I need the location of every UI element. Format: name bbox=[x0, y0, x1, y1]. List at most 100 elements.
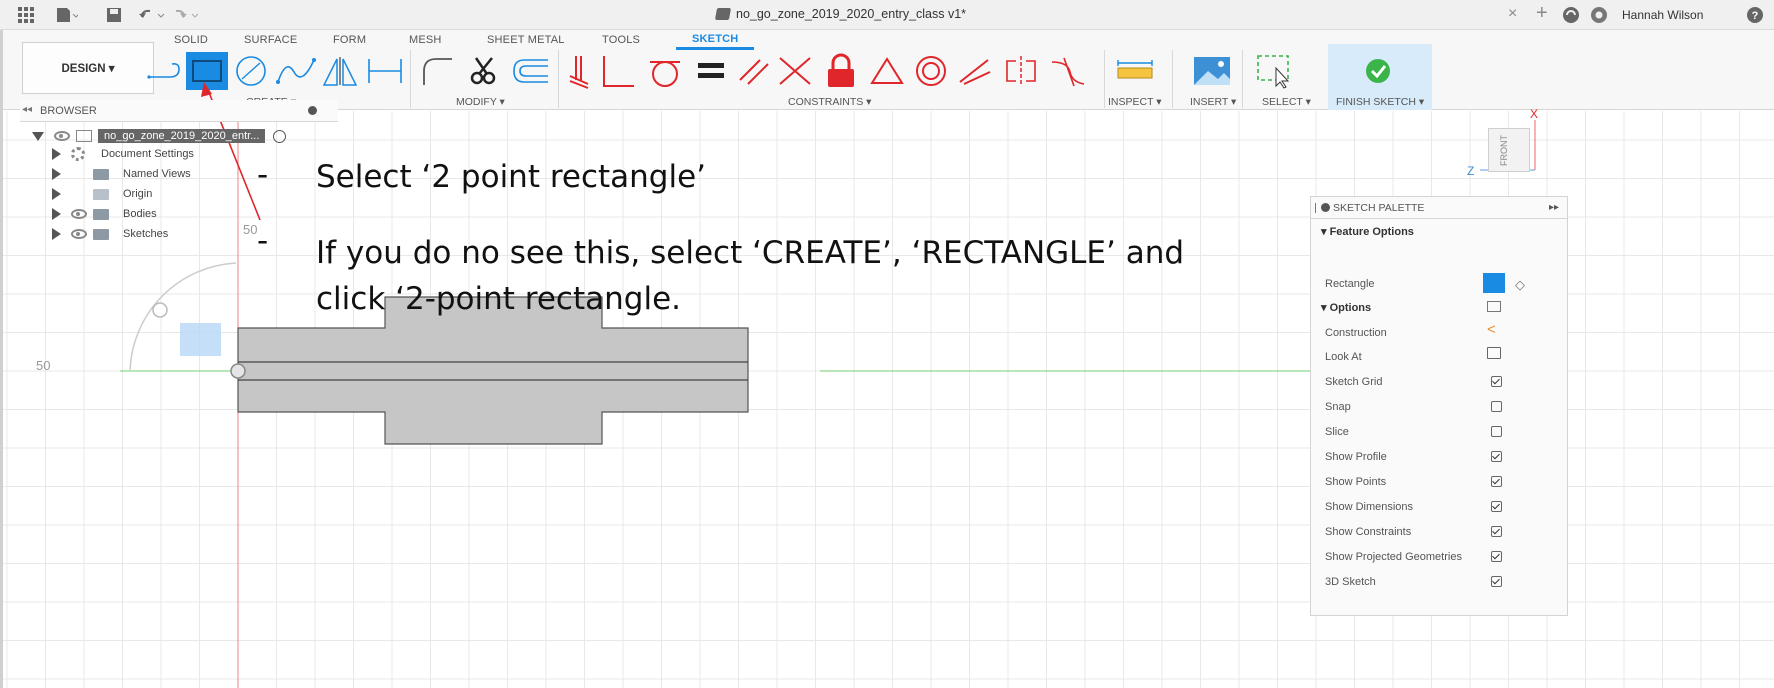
look-at-label: Look At bbox=[1325, 351, 1362, 363]
folder-icon bbox=[93, 188, 109, 200]
viewcube[interactable]: FRONT bbox=[1488, 128, 1530, 172]
expand-triangle-icon[interactable] bbox=[52, 208, 61, 220]
app-grid-icon[interactable] bbox=[18, 6, 34, 24]
collapse-browser-icon[interactable]: ◂◂ bbox=[22, 104, 32, 115]
parallel-constraint-icon[interactable] bbox=[736, 54, 770, 88]
sketch-grid-checkbox[interactable] bbox=[1491, 376, 1502, 387]
construction-toggle-icon[interactable]: < bbox=[1487, 321, 1496, 338]
fix-constraint-icon[interactable] bbox=[568, 54, 590, 89]
expand-triangle-icon[interactable] bbox=[52, 188, 61, 200]
file-menu-icon[interactable] bbox=[56, 6, 78, 24]
browser-root-label[interactable]: no_go_zone_2019_2020_entr... bbox=[98, 129, 266, 143]
expand-triangle-icon[interactable] bbox=[52, 148, 61, 160]
help-icon[interactable]: ? bbox=[1746, 6, 1764, 24]
show-constraints-checkbox[interactable] bbox=[1491, 526, 1502, 537]
user-name[interactable]: Hannah Wilson bbox=[1622, 8, 1703, 22]
browser-item-document-settings[interactable]: Document Settings bbox=[52, 144, 194, 164]
select-window-icon[interactable] bbox=[1254, 54, 1294, 89]
tab-form[interactable]: FORM bbox=[333, 34, 366, 46]
three-point-rectangle-option-icon[interactable] bbox=[1487, 301, 1501, 312]
trim-tool-icon[interactable] bbox=[468, 54, 502, 88]
show-points-label: Show Points bbox=[1325, 476, 1387, 488]
show-projected-geometries-checkbox[interactable] bbox=[1491, 551, 1502, 562]
fillet-tool-icon[interactable] bbox=[420, 54, 454, 88]
select-dropdown[interactable]: SELECT ▾ bbox=[1262, 96, 1311, 108]
browser-item-origin[interactable]: Origin bbox=[52, 184, 152, 204]
modify-dropdown[interactable]: MODIFY ▾ bbox=[456, 96, 505, 108]
visibility-eye-icon[interactable] bbox=[54, 131, 70, 141]
constraints-dropdown[interactable]: CONSTRAINTS ▾ bbox=[788, 96, 871, 108]
browser-item-sketches[interactable]: Sketches bbox=[52, 224, 168, 244]
finish-sketch-button[interactable]: FINISH SKETCH ▾ bbox=[1336, 96, 1424, 108]
spline-tool-icon[interactable] bbox=[276, 54, 316, 88]
line-tool-icon[interactable] bbox=[146, 54, 182, 88]
component-icon bbox=[76, 130, 92, 142]
viewcube-face-label[interactable]: FRONT bbox=[1499, 135, 1509, 166]
save-icon[interactable] bbox=[106, 6, 122, 24]
tab-sketch[interactable]: SKETCH bbox=[676, 33, 755, 50]
tab-sheet-metal[interactable]: SHEET METAL bbox=[487, 34, 565, 46]
show-dimensions-checkbox[interactable] bbox=[1491, 501, 1502, 512]
visibility-eye-icon[interactable] bbox=[71, 209, 87, 219]
svg-text:?: ? bbox=[1752, 10, 1759, 22]
browser-item-named-views[interactable]: Named Views bbox=[52, 164, 191, 184]
active-component-radio-icon[interactable] bbox=[273, 129, 287, 143]
annotation-line-2: If you do no see this, select ‘CREATE’, … bbox=[316, 235, 1185, 271]
curvature-constraint-icon[interactable] bbox=[1050, 54, 1086, 88]
insert-image-icon[interactable] bbox=[1192, 54, 1232, 88]
palette-pin-icon[interactable] bbox=[1321, 203, 1330, 212]
insert-dropdown[interactable]: INSERT ▾ bbox=[1190, 96, 1236, 108]
look-at-button-icon[interactable] bbox=[1487, 347, 1501, 359]
tab-surface[interactable]: SURFACE bbox=[244, 34, 297, 46]
palette-grip-icon[interactable] bbox=[1315, 203, 1317, 213]
show-profile-checkbox[interactable] bbox=[1491, 451, 1502, 462]
symmetry-constraint-icon[interactable] bbox=[1004, 54, 1038, 88]
coincident-constraint-icon[interactable] bbox=[778, 54, 812, 88]
redo-icon[interactable] bbox=[172, 6, 200, 24]
collinear-constraint-icon[interactable] bbox=[958, 54, 992, 88]
center-rectangle-option-icon[interactable]: ◇ bbox=[1515, 277, 1525, 293]
mirror-tool-icon[interactable] bbox=[322, 54, 358, 88]
window-left-border bbox=[0, 30, 3, 688]
close-tab-icon[interactable]: × bbox=[1508, 5, 1517, 23]
dimension-tool-icon[interactable] bbox=[366, 54, 404, 88]
expand-triangle-icon[interactable] bbox=[52, 168, 61, 180]
options-section[interactable]: ▾ Options bbox=[1321, 301, 1371, 314]
tab-solid[interactable]: SOLID bbox=[174, 34, 208, 46]
perpendicular-constraint-icon[interactable] bbox=[600, 54, 636, 88]
tab-tools[interactable]: TOOLS bbox=[602, 34, 640, 46]
snap-checkbox[interactable] bbox=[1491, 401, 1502, 412]
two-point-rectangle-option[interactable] bbox=[1483, 273, 1505, 293]
new-tab-icon[interactable]: + bbox=[1536, 2, 1548, 24]
browser-item-bodies[interactable]: Bodies bbox=[52, 204, 157, 224]
expand-triangle-icon[interactable] bbox=[32, 131, 44, 141]
offset-tool-icon[interactable] bbox=[510, 54, 550, 88]
midpoint-constraint-icon[interactable] bbox=[870, 54, 904, 88]
component-cube-icon bbox=[714, 8, 732, 20]
visibility-eye-icon[interactable] bbox=[71, 229, 87, 239]
tab-mesh[interactable]: MESH bbox=[409, 34, 442, 46]
notifications-icon[interactable] bbox=[1590, 6, 1608, 24]
group-divider bbox=[1172, 50, 1173, 108]
browser-root-row[interactable]: no_go_zone_2019_2020_entr... bbox=[32, 126, 287, 146]
concentric-constraint-icon[interactable] bbox=[914, 54, 948, 88]
slice-checkbox[interactable] bbox=[1491, 426, 1502, 437]
finish-sketch-check-icon[interactable] bbox=[1364, 54, 1392, 88]
tangent-constraint-icon[interactable] bbox=[648, 54, 682, 88]
measure-tool-icon[interactable] bbox=[1116, 54, 1156, 88]
expand-palette-icon[interactable]: ▸▸ bbox=[1549, 202, 1559, 213]
group-divider bbox=[410, 50, 411, 108]
workspace-switcher-button[interactable]: DESIGN ▾ bbox=[22, 42, 154, 94]
equal-constraint-icon[interactable] bbox=[698, 54, 724, 88]
undo-icon[interactable] bbox=[138, 6, 166, 24]
show-points-checkbox[interactable] bbox=[1491, 476, 1502, 487]
lock-constraint-icon[interactable] bbox=[824, 53, 858, 88]
expand-triangle-icon[interactable] bbox=[52, 228, 61, 240]
job-status-icon[interactable] bbox=[1562, 6, 1580, 24]
3d-sketch-checkbox[interactable] bbox=[1491, 576, 1502, 587]
circle-tool-icon[interactable] bbox=[234, 54, 268, 88]
inspect-dropdown[interactable]: INSPECT ▾ bbox=[1108, 96, 1162, 108]
browser-pin-icon[interactable] bbox=[308, 106, 317, 115]
feature-options-section[interactable]: ▾ Feature Options bbox=[1321, 225, 1414, 238]
two-point-rectangle-tool[interactable] bbox=[186, 52, 228, 90]
